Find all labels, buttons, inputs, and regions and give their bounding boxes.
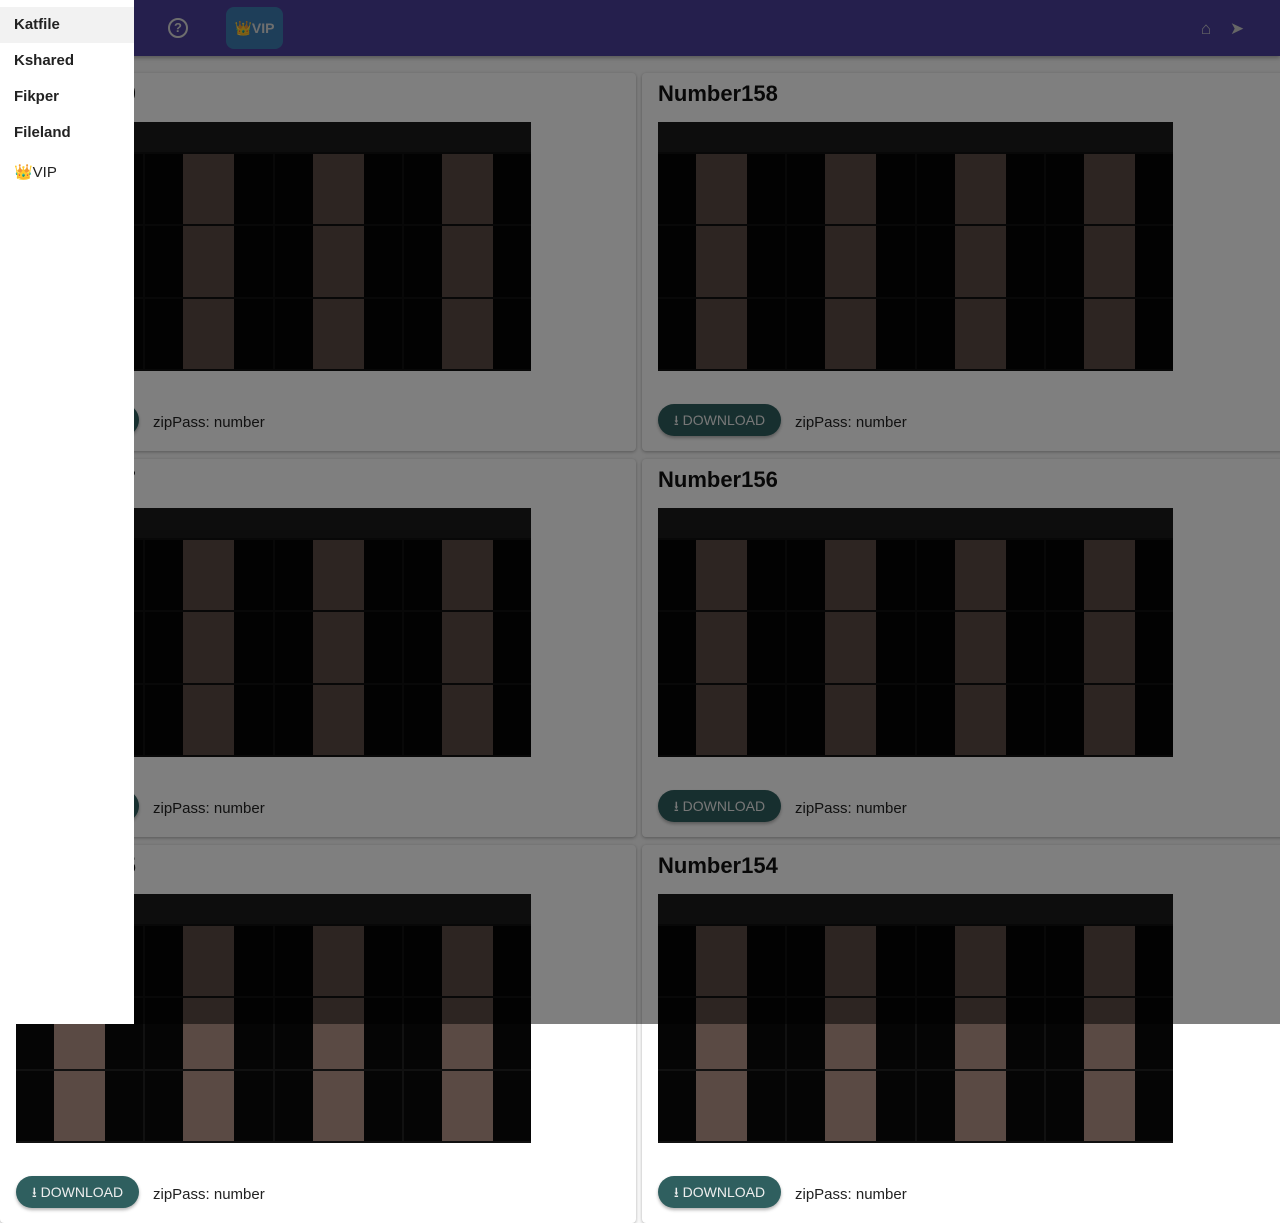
download-button[interactable]: ⭳ DOWNLOAD: [16, 1176, 139, 1208]
drawer-item-fileland[interactable]: Fileland: [0, 115, 134, 151]
drawer-item-katfile[interactable]: Katfile: [0, 7, 134, 43]
download-icon: ⭳: [673, 1184, 679, 1200]
drawer-item-vip[interactable]: 👑VIP: [0, 153, 134, 193]
drawer-item-fikper[interactable]: Fikper: [0, 79, 134, 115]
download-label: DOWNLOAD: [682, 1184, 766, 1200]
thumb-frame: [145, 1070, 273, 1142]
zip-password: zipPass: number: [153, 1186, 265, 1203]
thumb-frame: [916, 1070, 1044, 1142]
download-button[interactable]: ⭳ DOWNLOAD: [658, 1176, 781, 1208]
drawer-backdrop[interactable]: [0, 0, 1280, 1024]
thumb-frame: [787, 1070, 915, 1142]
thumb-frame: [658, 1070, 786, 1142]
drawer-item-kshared[interactable]: Kshared: [0, 43, 134, 79]
thumb-frame: [16, 1070, 144, 1142]
side-drawer: Katfile Kshared Fikper Fileland 👑VIP: [0, 0, 134, 1024]
thumb-frame: [274, 1070, 402, 1142]
thumb-frame: [403, 1070, 531, 1142]
thumb-frame: [1045, 1070, 1173, 1142]
download-icon: ⭳: [31, 1184, 37, 1200]
download-label: DOWNLOAD: [40, 1184, 124, 1200]
zip-password: zipPass: number: [795, 1186, 907, 1203]
